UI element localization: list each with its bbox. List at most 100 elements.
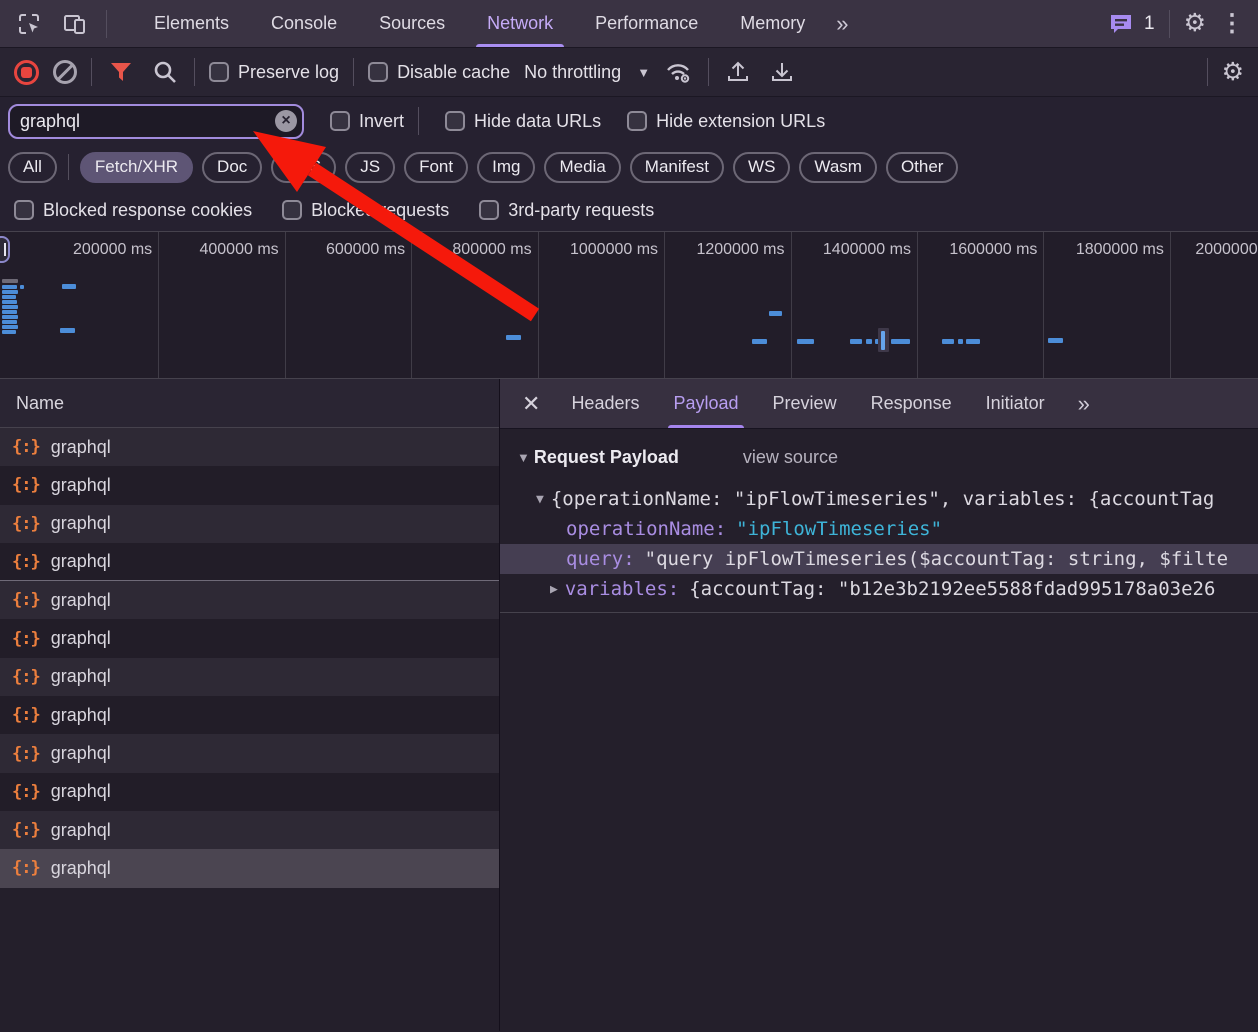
request-name: graphql [51, 820, 111, 841]
invert-checkbox[interactable]: Invert [330, 111, 404, 132]
chip-fetch-xhr[interactable]: Fetch/XHR [80, 152, 193, 183]
chip-img[interactable]: Img [477, 152, 535, 183]
import-har-icon[interactable] [723, 57, 753, 87]
timeline-bar [2, 310, 17, 314]
chip-wasm[interactable]: Wasm [799, 152, 877, 183]
request-name: graphql [51, 590, 111, 611]
network-settings-gear-icon[interactable]: ⚙ [1222, 60, 1244, 85]
payload-row-variables[interactable]: ▶ variables: {accountTag: "b12e3b2192ee5… [500, 574, 1258, 604]
expand-triangle-icon[interactable]: ▶ [550, 582, 558, 597]
timeline-bar [60, 328, 75, 333]
tab-console[interactable]: Console [250, 0, 358, 47]
payload-row-operationname[interactable]: operationName: "ipFlowTimeseries" [500, 514, 1258, 544]
detail-tab-payload[interactable]: Payload [656, 379, 755, 428]
record-button[interactable] [14, 60, 39, 85]
issues-message-icon[interactable] [1106, 9, 1136, 39]
timeline-bar [891, 339, 910, 344]
timeline-gridline [1170, 232, 1171, 378]
disable-cache-checkbox[interactable]: Disable cache [368, 62, 510, 83]
timeline-bar [866, 339, 872, 344]
request-row[interactable]: {:}graphql [0, 734, 499, 772]
checkbox-icon[interactable] [282, 200, 302, 220]
hide-data-urls-checkbox[interactable]: Hide data URLs [445, 111, 601, 132]
chip-js[interactable]: JS [345, 152, 395, 183]
tab-performance[interactable]: Performance [574, 0, 719, 47]
devtools-window: ElementsConsoleSourcesNetworkPerformance… [0, 0, 1258, 1032]
checkbox-icon[interactable] [209, 62, 229, 82]
filter-checkbox-blocked-response-cookies[interactable]: Blocked response cookies [14, 200, 252, 221]
request-row[interactable]: {:}graphql [0, 428, 499, 466]
more-tabs-icon[interactable]: » [826, 11, 856, 37]
tab-sources[interactable]: Sources [358, 0, 466, 47]
view-source-link[interactable]: view source [743, 447, 838, 468]
timeline-tick-label: 600000 ms [273, 241, 405, 259]
json-icon: {:} [12, 705, 40, 725]
throttling-select[interactable]: No throttling ▼ [524, 62, 650, 83]
close-icon[interactable]: ✕ [510, 391, 554, 417]
search-icon[interactable] [150, 57, 180, 87]
checkbox-icon[interactable] [445, 111, 465, 131]
request-name: graphql [51, 437, 111, 458]
divider [194, 58, 195, 86]
expand-triangle-icon[interactable]: ▼ [536, 492, 544, 507]
chip-manifest[interactable]: Manifest [630, 152, 724, 183]
filter-checkbox-3rd-party-requests[interactable]: 3rd-party requests [479, 200, 654, 221]
chip-font[interactable]: Font [404, 152, 468, 183]
request-row[interactable]: {:} graphql [0, 811, 499, 849]
timeline-overview[interactable]: 200000 ms400000 ms600000 ms800000 ms1000… [0, 232, 1258, 379]
json-icon: {:} [12, 820, 40, 840]
request-row[interactable]: {:}graphql [0, 543, 499, 581]
device-toolbar-icon[interactable] [60, 9, 90, 39]
request-name: graphql [51, 781, 111, 802]
request-row[interactable]: {:}graphql [0, 505, 499, 543]
request-row[interactable]: {:}graphql [0, 619, 499, 657]
request-row[interactable]: {:}graphql [0, 696, 499, 734]
request-row[interactable]: {:}graphql [0, 658, 499, 696]
settings-gear-icon[interactable]: ⚙ [1184, 11, 1206, 36]
export-har-icon[interactable] [767, 57, 797, 87]
chip-media[interactable]: Media [544, 152, 620, 183]
checkbox-icon[interactable] [368, 62, 388, 82]
collapse-triangle-icon[interactable]: ▼ [517, 450, 530, 465]
preserve-log-checkbox[interactable]: Preserve log [209, 62, 339, 83]
more-detail-tabs-icon[interactable]: » [1068, 391, 1098, 417]
payload-row-query[interactable]: query: "query ipFlowTimeseries($accountT… [500, 544, 1258, 574]
filter-funnel-icon[interactable] [106, 57, 136, 87]
checkbox-icon[interactable] [479, 200, 499, 220]
payload-preview-row[interactable]: ▼ {operationName: "ipFlowTimeseries", va… [500, 484, 1258, 514]
timeline-bar [2, 305, 18, 309]
clear-network-log-icon[interactable] [53, 60, 77, 84]
detail-tab-initiator[interactable]: Initiator [969, 379, 1062, 428]
tab-elements[interactable]: Elements [133, 0, 250, 47]
timeline-scroll-handle[interactable] [0, 236, 10, 263]
request-row[interactable]: {:}graphql [0, 466, 499, 504]
chip-doc[interactable]: Doc [202, 152, 262, 183]
filter-input[interactable] [8, 104, 304, 139]
checkbox-icon[interactable] [330, 111, 350, 131]
tab-memory[interactable]: Memory [719, 0, 826, 47]
timeline-bar [2, 320, 17, 324]
network-conditions-icon[interactable] [664, 57, 694, 87]
tab-network[interactable]: Network [466, 0, 574, 47]
timeline-tick-label: 1000000 ms [526, 241, 658, 259]
timeline-bar [2, 290, 18, 294]
request-row[interactable]: {:}graphql [0, 773, 499, 811]
request-row[interactable]: {:}graphql [0, 581, 499, 619]
detail-tab-response[interactable]: Response [854, 379, 969, 428]
chip-all[interactable]: All [8, 152, 57, 183]
name-column-header[interactable]: Name [0, 379, 499, 428]
detail-tab-headers[interactable]: Headers [554, 379, 656, 428]
request-name: graphql [51, 551, 111, 572]
clear-filter-icon[interactable]: × [275, 110, 297, 132]
kebab-menu-icon[interactable]: ⋮ [1220, 9, 1244, 38]
chip-ws[interactable]: WS [733, 152, 790, 183]
checkbox-icon[interactable] [14, 200, 34, 220]
inspect-element-icon[interactable] [14, 9, 44, 39]
detail-tab-preview[interactable]: Preview [756, 379, 854, 428]
request-row[interactable]: {:}graphql [0, 849, 499, 887]
chip-other[interactable]: Other [886, 152, 959, 183]
checkbox-icon[interactable] [627, 111, 647, 131]
filter-checkbox-blocked-requests[interactable]: Blocked requests [282, 200, 449, 221]
hide-extension-urls-checkbox[interactable]: Hide extension URLs [627, 111, 825, 132]
chip-css[interactable]: CSS [271, 152, 336, 183]
